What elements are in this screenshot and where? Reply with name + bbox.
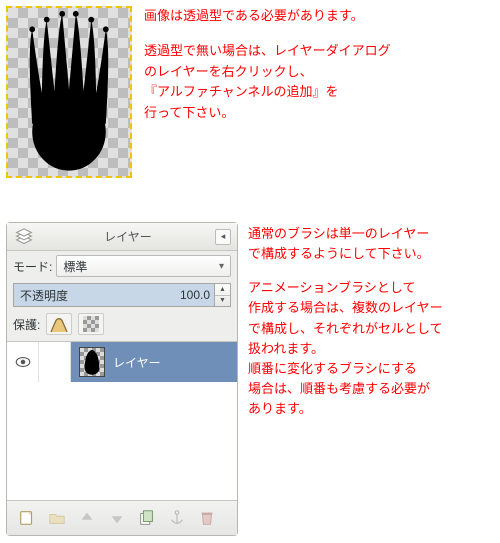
lock-row: 保護: xyxy=(7,311,237,341)
move-down-button[interactable] xyxy=(103,505,131,531)
duplicate-layer-button[interactable] xyxy=(133,505,161,531)
opacity-value: 100.0 xyxy=(180,288,210,302)
text-line: 画像は透過型である必要があります。 xyxy=(144,6,391,27)
opacity-slider[interactable]: 不透明度 100.0 ▲ ▼ xyxy=(13,283,231,307)
lock-pixels-toggle[interactable] xyxy=(46,313,72,335)
text-line: 『アルファチャンネルの追加』を xyxy=(144,84,338,99)
layer-row[interactable]: レイヤー xyxy=(7,342,237,382)
canvas-preview xyxy=(6,6,132,178)
text-line: 透過型で無い場合は、レイヤーダイアログ xyxy=(144,43,391,58)
layer-name[interactable]: レイヤー xyxy=(113,354,161,371)
link-toggle[interactable] xyxy=(39,342,71,382)
text-line: 通常のブラシは単一のレイヤー xyxy=(248,226,429,241)
text-line: 行って下さい。 xyxy=(144,105,234,120)
lock-alpha-toggle[interactable] xyxy=(78,313,104,335)
text-line: で構成するようにして下さい。 xyxy=(248,246,430,261)
delete-layer-button[interactable] xyxy=(193,505,221,531)
collapse-button[interactable]: ◂ xyxy=(215,229,231,245)
layer-thumbnail xyxy=(79,347,105,377)
chevron-down-icon: ▾ xyxy=(219,261,224,272)
opacity-stepper[interactable]: ▲ ▼ xyxy=(214,284,230,306)
text-line: で構成し、それぞれがセルとして xyxy=(248,321,443,336)
opacity-label: 不透明度 xyxy=(20,287,68,304)
mode-value: 標準 xyxy=(63,258,87,275)
mode-select[interactable]: 標準 ▾ xyxy=(56,255,231,277)
text-line: のレイヤーを右クリックし、 xyxy=(144,64,313,79)
step-up-icon[interactable]: ▲ xyxy=(215,284,230,296)
dialog-titlebar: レイヤー ◂ xyxy=(7,223,237,251)
text-line: あります。 xyxy=(248,401,312,416)
instruction-text-top: 画像は透過型である必要があります。 透過型で無い場合は、レイヤーダイアログ のレ… xyxy=(144,6,391,138)
text-line: 作成する場合は、複数のレイヤー xyxy=(248,300,443,315)
layer-list: レイヤー xyxy=(7,341,237,501)
step-down-icon[interactable]: ▼ xyxy=(215,296,230,307)
new-layer-button[interactable] xyxy=(13,505,41,531)
mode-row: モード: 標準 ▾ xyxy=(7,251,237,281)
dialog-toolbar xyxy=(7,501,237,535)
dialog-title: レイヤー xyxy=(41,228,215,245)
instruction-text-side: 通常のブラシは単一のレイヤー で構成するようにして下さい。 アニメーションブラシ… xyxy=(248,224,498,433)
text-line: 場合は、順番も考慮する必要が xyxy=(248,381,430,396)
text-line: 順番に変化するブラシにする xyxy=(248,361,417,376)
move-up-button[interactable] xyxy=(73,505,101,531)
text-line: アニメーションブラシとして xyxy=(248,280,415,295)
new-group-button[interactable] xyxy=(43,505,71,531)
layers-icon xyxy=(13,227,35,247)
visibility-toggle[interactable] xyxy=(7,342,39,382)
lock-label: 保護: xyxy=(13,316,40,333)
mode-label: モード: xyxy=(13,258,52,275)
text-line: 扱われます。 xyxy=(248,341,324,356)
layers-dialog: レイヤー ◂ モード: 標準 ▾ 不透明度 100.0 ▲ ▼ 保護: xyxy=(6,222,238,536)
anchor-layer-button[interactable] xyxy=(163,505,191,531)
